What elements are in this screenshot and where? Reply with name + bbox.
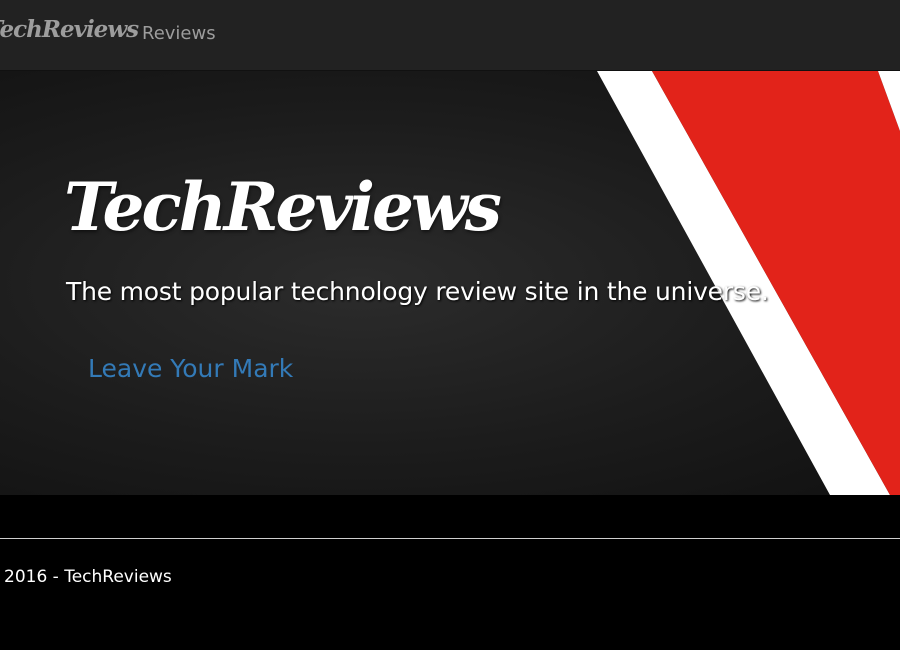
navbar-brand[interactable]: TechReviews	[0, 16, 139, 43]
hero-title: TechReviews	[64, 168, 502, 246]
nav-link-reviews[interactable]: Reviews	[142, 23, 216, 44]
hero-banner: TechReviews The most popular technology …	[0, 71, 900, 495]
footer-divider	[0, 538, 900, 539]
footer-copyright: 2016 - TechReviews	[4, 567, 172, 587]
leave-your-mark-link[interactable]: Leave Your Mark	[88, 354, 293, 383]
hero-subtitle: The most popular technology review site …	[66, 277, 769, 306]
navbar: TechReviews Reviews	[0, 0, 900, 71]
